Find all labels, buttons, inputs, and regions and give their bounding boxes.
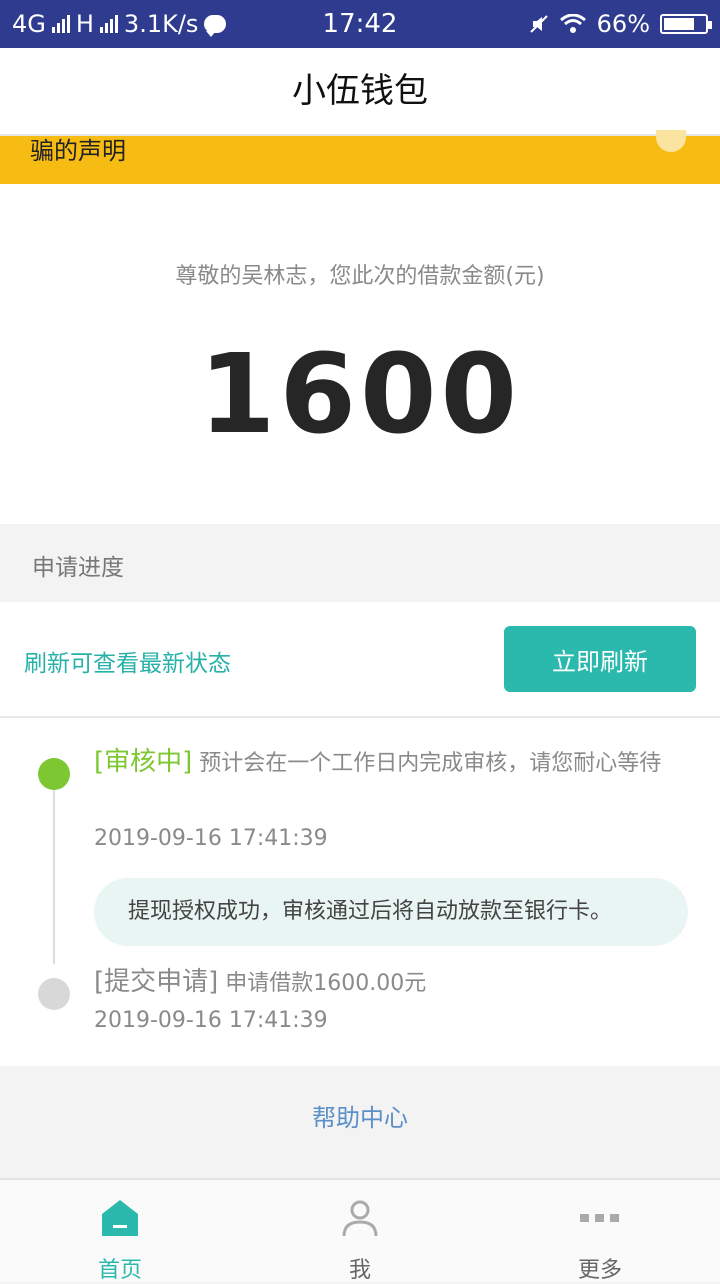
page-title: 小伍钱包 — [292, 71, 428, 111]
battery-icon — [660, 14, 712, 34]
timeline-item-submitted: [提交申请] 申请借款1600.00元 — [94, 964, 426, 1002]
help-section: 帮助中心 — [0, 1066, 720, 1178]
tab-label: 我 — [348, 1258, 371, 1283]
tab-home[interactable]: 首页 — [0, 1180, 240, 1283]
mute-icon — [529, 15, 548, 33]
refresh-row: 刷新可查看最新状态 立即刷新 — [0, 602, 720, 718]
timestamp: 2019-09-16 17:41:39 — [94, 1008, 328, 1033]
status-bar: 4G H 3.1K/s 17:42 66% — [0, 0, 720, 48]
timestamp: 2019-09-16 17:41:39 — [94, 826, 328, 851]
home-icon — [102, 1200, 138, 1236]
tab-me[interactable]: 我 — [240, 1180, 480, 1283]
loan-summary: 尊敬的吴林志，您此次的借款金额(元) 1600 — [0, 184, 720, 524]
section-title: 申请进度 — [32, 555, 124, 581]
tab-label: 首页 — [97, 1258, 142, 1283]
battery-percent: 66% — [596, 10, 650, 38]
status-dot-active — [38, 758, 70, 790]
info-bubble: 提现授权成功，审核通过后将自动放款至银行卡。 — [94, 878, 688, 946]
loan-amount: 1600 — [198, 330, 522, 458]
bottom-tab-bar: 首页 我 更多 — [0, 1178, 720, 1283]
progress-section-header: 申请进度 — [0, 524, 720, 602]
app-header: 小伍钱包 — [0, 48, 720, 136]
help-center-link[interactable]: 帮助中心 — [312, 1098, 408, 1133]
close-icon[interactable] — [656, 130, 686, 152]
refresh-tip: 刷新可查看最新状态 — [24, 651, 231, 677]
notice-text: 骗的声明 — [30, 137, 126, 165]
refresh-button[interactable]: 立即刷新 — [504, 626, 696, 692]
status-tag: [提交申请] — [94, 967, 219, 997]
notice-banner[interactable]: 骗的声明 — [0, 130, 720, 184]
tab-more[interactable]: 更多 — [480, 1180, 720, 1283]
status-right: 66% — [529, 10, 712, 38]
wifi-icon — [559, 14, 586, 33]
timeline-line — [53, 774, 55, 964]
status-tag: [审核中] — [94, 747, 193, 777]
more-icon — [580, 1214, 619, 1222]
person-icon — [342, 1200, 378, 1237]
status-dot-done — [38, 978, 70, 1010]
tab-label: 更多 — [577, 1258, 622, 1283]
status-text: 申请借款1600.00元 — [225, 971, 427, 996]
status-text: 预计会在一个工作日内完成审核，请您耐心等待 — [199, 751, 662, 776]
progress-timeline: [审核中] 预计会在一个工作日内完成审核，请您耐心等待 2019-09-16 1… — [0, 718, 720, 1066]
loan-greeting: 尊敬的吴林志，您此次的借款金额(元) — [175, 264, 545, 289]
timeline-item-reviewing: [审核中] 预计会在一个工作日内完成审核，请您耐心等待 — [94, 742, 694, 784]
